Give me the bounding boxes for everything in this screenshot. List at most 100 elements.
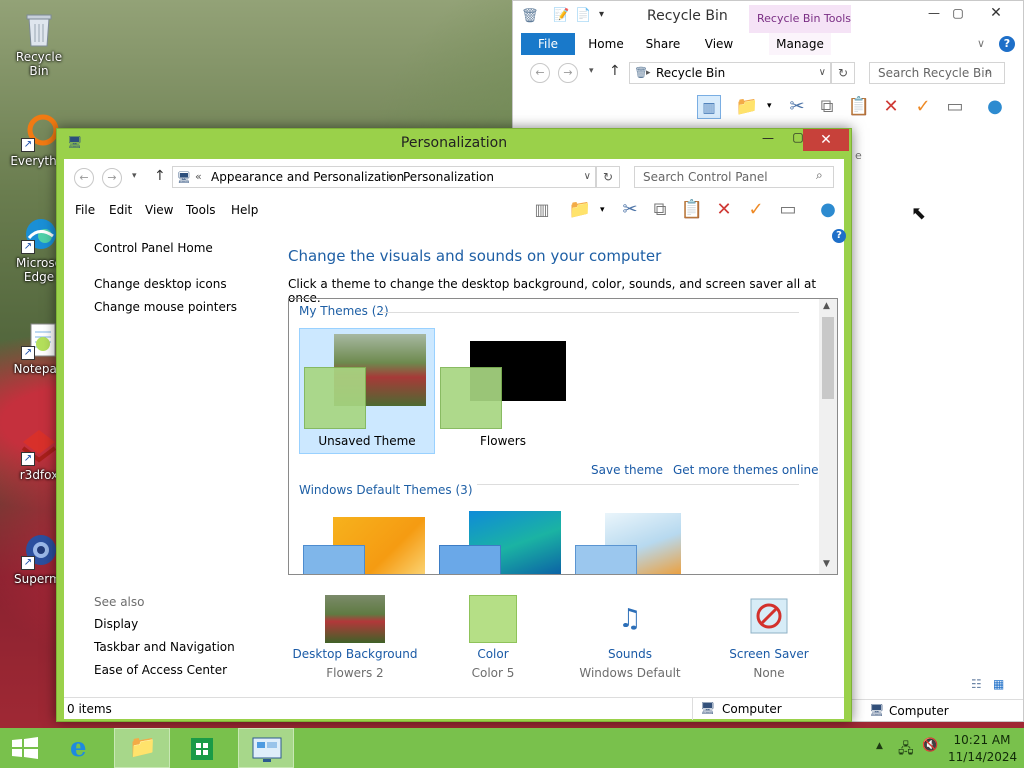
save-theme-link[interactable]: Save theme — [591, 463, 663, 477]
undo-check-icon[interactable]: ✓ — [744, 198, 768, 222]
status-computer-label: Computer — [722, 702, 782, 716]
address-bar[interactable]: 🖥 « Appearance and Personalization ▸ Per… — [172, 166, 596, 188]
volume-muted-icon[interactable]: 🔇 — [922, 738, 938, 753]
address-dropdown-icon[interactable]: ∨ — [584, 167, 591, 187]
undo-check-icon[interactable]: ✓ — [911, 95, 935, 119]
breadcrumb-current[interactable]: Personalization — [403, 167, 494, 187]
change-mouse-pointers-link[interactable]: Change mouse pointers — [94, 300, 237, 314]
maximize-button[interactable]: ▢ — [943, 3, 973, 23]
control-panel-home-link[interactable]: Control Panel Home — [94, 241, 213, 255]
up-button[interactable]: ↑ — [609, 63, 621, 79]
tab-home[interactable]: Home — [583, 33, 629, 55]
cut-icon[interactable]: ✂ — [618, 198, 642, 222]
clock-date[interactable]: 11/14/2024 — [948, 750, 1017, 764]
paste-icon[interactable]: 📋 — [680, 198, 704, 222]
tab-file[interactable]: File — [521, 33, 575, 55]
color-setting[interactable]: Color Color 5 — [418, 595, 568, 680]
sounds-setting[interactable]: ♫ Sounds Windows Default — [555, 595, 705, 680]
menu-file[interactable]: File — [75, 203, 95, 217]
properties-dropdown-icon[interactable]: ▾ — [767, 101, 772, 111]
forward-button[interactable]: → — [558, 63, 578, 83]
scrollbar[interactable]: ▲ ▼ — [819, 299, 837, 574]
address-bar[interactable]: 🗑 ▸ Recycle Bin ∨ — [629, 62, 831, 84]
internet-explorer-button[interactable]: e — [56, 728, 112, 768]
delete-icon[interactable]: ✕ — [879, 95, 903, 119]
menu-help[interactable]: Help — [231, 203, 258, 217]
globe-icon[interactable]: ● — [983, 95, 1007, 119]
start-button[interactable] — [0, 728, 56, 768]
change-desktop-icons-link[interactable]: Change desktop icons — [94, 277, 227, 291]
preview-pane-icon[interactable]: ▥ — [697, 95, 721, 119]
close-button[interactable]: ✕ — [803, 129, 849, 151]
large-icons-view-icon[interactable]: ▦ — [993, 677, 1004, 691]
help-icon[interactable]: ? — [999, 36, 1015, 52]
copy-icon[interactable]: ⧉ — [648, 198, 672, 222]
tab-manage[interactable]: Manage — [769, 33, 831, 55]
minimize-button[interactable]: — — [753, 131, 783, 145]
breadcrumb-parent[interactable]: Appearance and Personalization — [211, 167, 404, 187]
clock-time[interactable]: 10:21 AM — [952, 733, 1012, 747]
properties-dropdown-icon[interactable]: ▾ — [600, 205, 605, 215]
back-button[interactable]: ← — [530, 63, 550, 83]
desktop-icon-recycle-bin[interactable]: Recycle Bin — [6, 8, 72, 78]
theme-windows[interactable] — [299, 509, 431, 574]
desktop-background-setting[interactable]: Desktop Background Flowers 2 — [280, 595, 430, 680]
recycle-bin-titlebar[interactable]: 🗑 📝 📄 ▾ Recycle Bin Recycle Bin Tools — … — [513, 1, 1023, 55]
tab-share[interactable]: Share — [641, 33, 685, 55]
expand-ribbon-icon[interactable]: ∨ — [977, 37, 985, 50]
scroll-up-icon[interactable]: ▲ — [823, 301, 830, 311]
personalization-client: ← → ▾ ↑ 🖥 « Appearance and Personalizati… — [64, 159, 846, 720]
status-divider — [692, 698, 693, 720]
properties-folder-icon[interactable]: 📁 — [735, 95, 759, 119]
theme-unsaved[interactable]: Unsaved Theme — [299, 328, 435, 454]
rename-icon[interactable]: ▭ — [943, 95, 967, 119]
preview-pane-icon[interactable]: ▥ — [530, 198, 554, 222]
scroll-down-icon[interactable]: ▼ — [823, 559, 830, 569]
refresh-button[interactable]: ↻ — [831, 62, 855, 84]
taskbar-navigation-link[interactable]: Taskbar and Navigation — [94, 640, 235, 654]
new-folder-icon[interactable]: 📄 — [575, 8, 591, 23]
refresh-button[interactable]: ↻ — [596, 166, 620, 188]
menu-view[interactable]: View — [145, 203, 173, 217]
theme-label: Flowers — [480, 434, 526, 448]
screen-saver-setting[interactable]: Screen Saver None — [694, 595, 844, 680]
properties-icon[interactable]: 📝 — [553, 8, 569, 23]
rename-icon[interactable]: ▭ — [776, 198, 800, 222]
globe-icon[interactable]: ● — [816, 198, 840, 222]
show-hidden-icons-button[interactable]: ▲ — [876, 741, 883, 751]
file-explorer-button[interactable]: 📁 — [114, 728, 170, 768]
help-icon[interactable]: ? — [832, 229, 846, 243]
properties-folder-icon[interactable]: 📁 — [568, 198, 592, 222]
network-icon[interactable]: 🖧 — [898, 738, 914, 762]
delete-icon[interactable]: ✕ — [712, 198, 736, 222]
theme-flowers-default[interactable] — [571, 509, 703, 574]
recent-locations-icon[interactable]: ▾ — [589, 66, 594, 76]
personalization-window[interactable]: 🖥 Personalization — ▢ ✕ ← → ▾ ↑ 🖥 « Appe… — [56, 128, 852, 722]
tab-view[interactable]: View — [699, 33, 739, 55]
cut-icon[interactable]: ✂ — [785, 95, 809, 119]
theme-list[interactable]: My Themes (2) Unsaved Theme Flowers Save… — [288, 298, 838, 575]
copy-icon[interactable]: ⧉ — [815, 95, 839, 119]
theme-flowers[interactable]: Flowers — [435, 328, 571, 454]
back-button[interactable]: ← — [74, 168, 94, 188]
close-button[interactable]: ✕ — [981, 3, 1011, 23]
address-dropdown-icon[interactable]: ∨ — [819, 63, 826, 83]
store-button[interactable] — [174, 728, 230, 768]
search-control-panel-input[interactable]: Search Control Panel — [634, 166, 834, 188]
scrollbar-thumb[interactable] — [822, 317, 834, 399]
theme-lines-and-colors[interactable] — [435, 509, 567, 574]
forward-button[interactable]: → — [102, 168, 122, 188]
personalization-titlebar[interactable]: 🖥 Personalization — ▢ ✕ — [57, 129, 851, 157]
paste-icon[interactable]: 📋 — [847, 95, 871, 119]
recycle-bin-address-row: ← → ▾ ↑ 🗑 ▸ Recycle Bin ∨ ↻ Search Recyc… — [513, 55, 1023, 87]
details-view-icon[interactable]: ☷ — [971, 677, 982, 691]
menu-edit[interactable]: Edit — [109, 203, 132, 217]
ease-of-access-link[interactable]: Ease of Access Center — [94, 663, 227, 677]
recent-pages-icon[interactable]: ▾ — [132, 171, 137, 181]
display-link[interactable]: Display — [94, 617, 138, 631]
get-more-themes-link[interactable]: Get more themes online — [673, 463, 819, 477]
menu-tools[interactable]: Tools — [186, 203, 216, 217]
control-panel-button[interactable] — [238, 728, 294, 768]
quick-access-dropdown-icon[interactable]: ▾ — [599, 9, 604, 20]
up-button[interactable]: ↑ — [154, 168, 166, 184]
